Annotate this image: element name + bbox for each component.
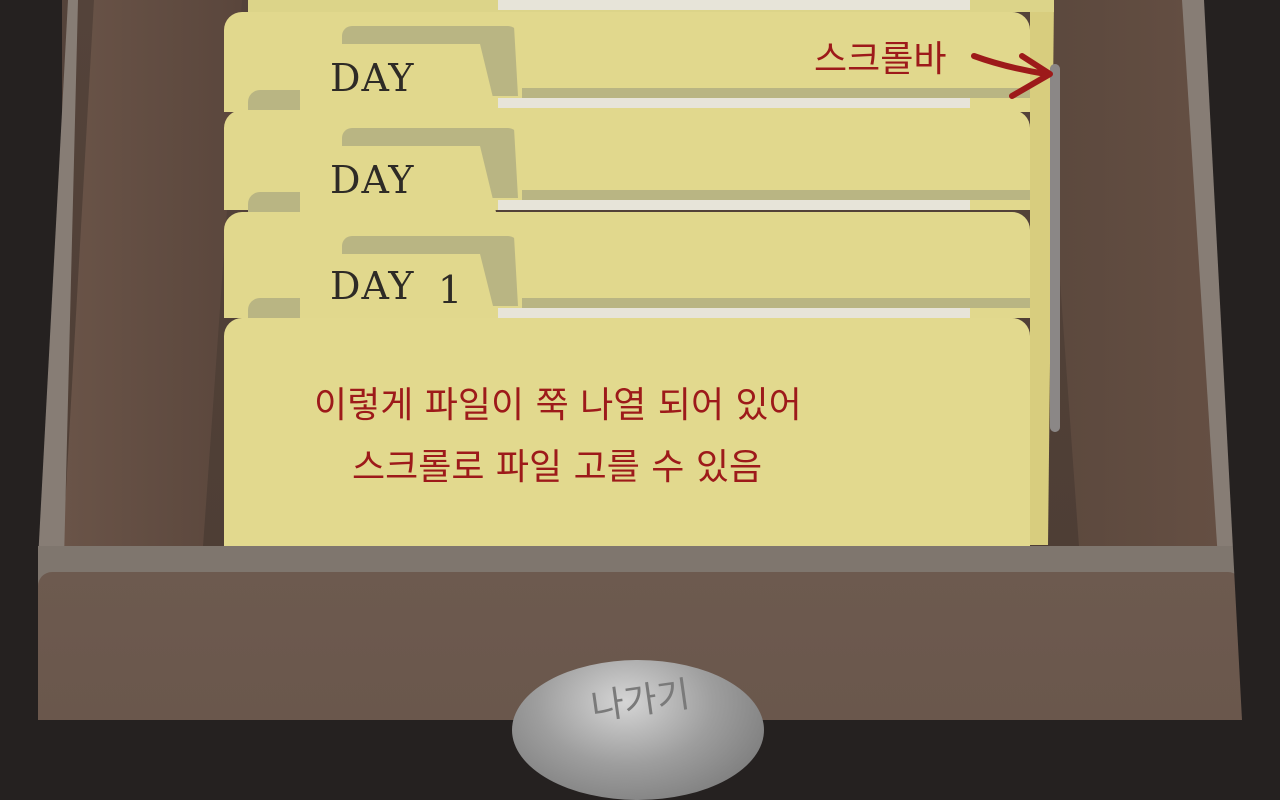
folder-label: DAY [330, 56, 415, 100]
annotation-arrow-icon [971, 53, 1053, 99]
folder-label: DAY [330, 158, 415, 202]
annotation-scrollbar: 스크롤바 [814, 39, 947, 80]
scrollbar-thumb[interactable] [1050, 64, 1060, 432]
annotation-list-note-2: 스크롤로 파일 고를 수 있음 [352, 447, 763, 488]
annotation-list-note-1: 이렇게 파일이 쭉 나열 되어 있어 [314, 385, 802, 426]
folder-label: DAY [330, 264, 415, 308]
folder-number: 1 [438, 268, 464, 312]
folder-scrollbar[interactable] [1050, 64, 1060, 432]
